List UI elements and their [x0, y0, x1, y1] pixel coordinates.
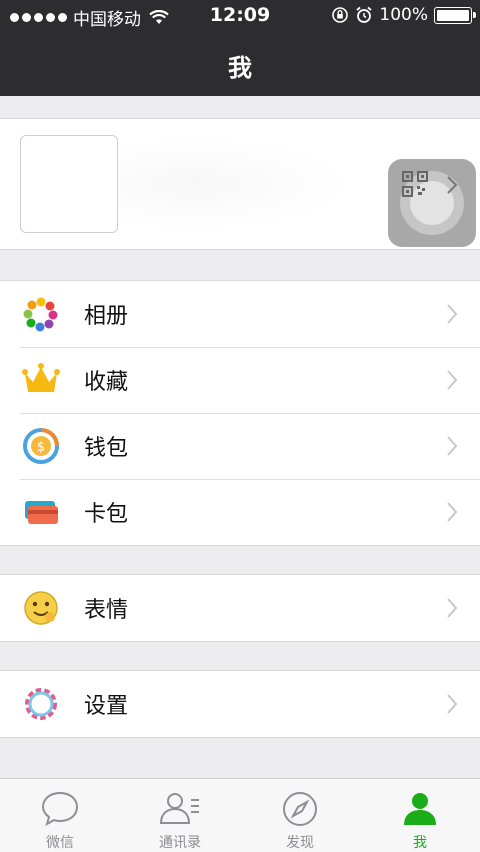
wallet-icon: $ [23, 428, 59, 464]
album-icon [23, 297, 58, 332]
emoji-icon [24, 591, 58, 625]
menu-item-settings[interactable]: 设置 [0, 671, 480, 737]
menu-item-cards[interactable]: 卡包 [0, 479, 480, 545]
tab-me[interactable]: 我 [360, 779, 480, 852]
menu-item-album[interactable]: 相册 [0, 281, 480, 347]
battery-icon [434, 6, 476, 24]
tab-contacts[interactable]: 通讯录 [120, 779, 240, 852]
menu-item-stickers[interactable]: 表情 [0, 575, 480, 641]
menu-item-label: 钱包 [84, 436, 129, 461]
tab-label: 我 [413, 835, 427, 851]
chevron-right-icon [447, 502, 458, 522]
menu-item-wallet[interactable]: $ 钱包 [0, 413, 480, 479]
settings-gear-icon [25, 688, 57, 720]
page-title: 我 [228, 54, 252, 82]
menu-item-label: 设置 [84, 694, 129, 719]
menu-item-label: 收藏 [84, 370, 129, 395]
menu-item-label: 相册 [84, 304, 129, 329]
profile-card[interactable] [0, 118, 480, 250]
tab-discover[interactable]: 发现 [240, 779, 360, 852]
menu-group-emoji: 表情 [0, 574, 480, 642]
qr-code-button[interactable] [388, 159, 476, 247]
chevron-right-icon [447, 176, 458, 194]
tab-chats[interactable]: 微信 [0, 779, 120, 852]
chevron-right-icon [447, 436, 458, 456]
chevron-right-icon [447, 598, 458, 618]
person-icon [404, 793, 436, 825]
chat-bubble-icon [41, 791, 79, 827]
chevron-right-icon [447, 694, 458, 714]
menu-group-settings: 设置 [0, 670, 480, 738]
tab-label: 发现 [286, 835, 314, 851]
tab-label: 通讯录 [159, 835, 201, 851]
tab-bar: 微信 通讯录 发现 我 [0, 778, 480, 852]
chevron-right-icon [447, 370, 458, 390]
menu-item-label: 卡包 [84, 502, 129, 527]
menu-item-label: 表情 [84, 598, 129, 623]
alarm-icon [356, 6, 372, 23]
status-right: 100% [331, 5, 476, 25]
card-icon [25, 501, 58, 524]
orientation-lock-icon [332, 7, 349, 23]
menu-item-favorites[interactable]: 收藏 [0, 347, 480, 413]
chevron-right-icon [447, 304, 458, 324]
crown-icon [22, 363, 60, 392]
avatar[interactable] [20, 135, 118, 233]
nav-bar: 我 [0, 32, 480, 96]
status-bar: 中国移动 12:09 100% [0, 0, 480, 32]
compass-icon [283, 792, 317, 826]
svg-text:$: $ [37, 440, 45, 455]
tab-label: 微信 [46, 835, 74, 851]
battery-percent: 100% [379, 5, 428, 25]
contacts-icon [159, 793, 199, 824]
qr-code-icon [402, 171, 428, 197]
menu-group-main: 相册 收藏 $ 钱包 卡包 [0, 280, 480, 546]
